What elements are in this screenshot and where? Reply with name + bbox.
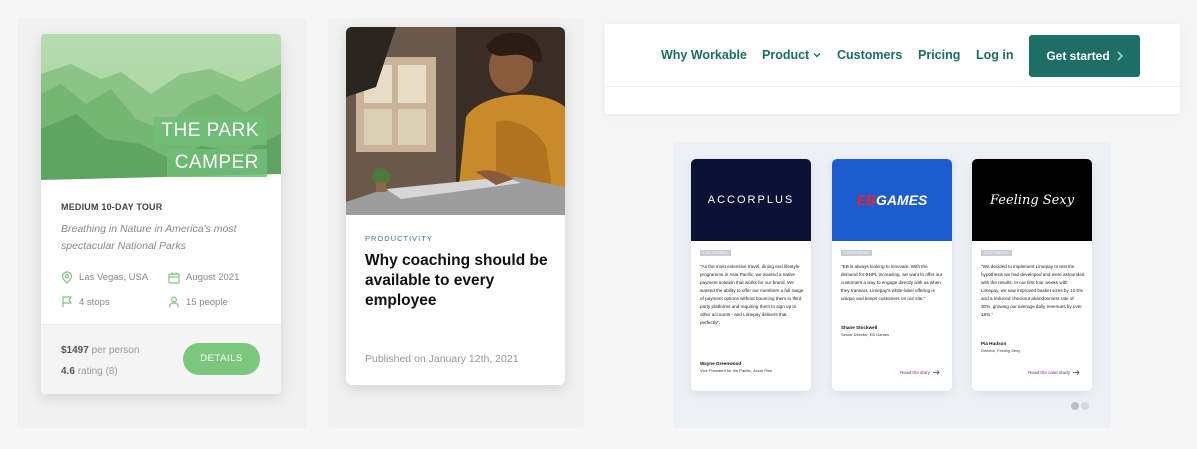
nav-customers[interactable]: Customers — [837, 48, 902, 62]
tour-date-text: August 2021 — [186, 272, 240, 283]
get-started-button[interactable]: Get started — [1029, 35, 1140, 77]
testimonial-author-role: Senior Director, EB Games — [841, 332, 890, 337]
accorplus-logo-text: ACCORPLUS — [707, 194, 795, 206]
arrow-right-icon — [1073, 370, 1080, 375]
testimonial-tag: CUSTOMERS — [700, 250, 731, 256]
testimonial-author-role: Director, Feeling Sexy — [981, 348, 1021, 353]
carousel-dot-2[interactable] — [1081, 402, 1089, 410]
arrow-right-icon — [933, 370, 940, 375]
tour-price-value: $1497 — [61, 345, 89, 356]
testimonial-quote: "EB is always looking to innovate. With … — [841, 264, 943, 301]
testimonial-author: Shane Stockwell — [841, 325, 878, 330]
chevron-down-icon — [813, 53, 821, 58]
navbar-divider — [605, 86, 1180, 87]
testimonial-tag: CUSTOMERS — [981, 250, 1012, 256]
accorplus-logo: ACCORPLUS — [691, 159, 811, 241]
feeling-sexy-logo-text: Feeling Sexy — [989, 192, 1075, 208]
testimonial-author: Pia Hudson — [981, 341, 1007, 346]
ebgames-logo-games: GAMES — [876, 192, 928, 208]
tour-price-unit: per person — [91, 345, 140, 356]
testimonial-card-accorplus[interactable]: ACCORPLUS CUSTOMERS "As the most extensi… — [691, 159, 811, 391]
top-navbar: Why Workable Product Customers Pricing L… — [605, 24, 1180, 114]
nav-why-workable[interactable]: Why Workable — [661, 48, 747, 62]
map-pin-icon — [61, 271, 73, 284]
article-category: PRODUCTIVITY — [365, 234, 433, 243]
flag-icon — [62, 296, 73, 307]
testimonial-author: Wayne Greenwood — [700, 361, 742, 366]
chevron-right-icon — [1117, 51, 1123, 61]
read-case-study-link[interactable]: Read the case study — [1028, 370, 1080, 375]
carousel-pagination — [1071, 402, 1091, 410]
tour-rating: 4.6 rating (8) — [61, 366, 118, 377]
read-story-link[interactable]: Read the story — [900, 370, 940, 375]
carousel-dot-1[interactable] — [1071, 402, 1079, 410]
calendar-icon — [168, 272, 180, 284]
article-published-date: Published on January 12th, 2021 — [365, 353, 519, 365]
nav-product[interactable]: Product — [762, 48, 821, 62]
tour-badge-line1: THE PARK — [153, 117, 267, 145]
tour-stops-text: 4 stops — [79, 296, 110, 308]
tour-rating-suffix: rating (8) — [77, 366, 118, 377]
tour-date: August 2021 — [168, 271, 268, 284]
tour-type: MEDIUM 10-DAY TOUR — [61, 202, 163, 212]
tour-hero-image: THE PARK CAMPER — [41, 34, 281, 180]
tour-stops: 4 stops — [61, 296, 168, 308]
testimonial-card-ebgames[interactable]: EB GAMES CUSTOMERS "EB is always looking… — [832, 159, 952, 391]
read-case-study-label: Read the case study — [1028, 370, 1070, 375]
testimonial-author-role: Vice President for the Pacific, Accor Pl… — [700, 368, 773, 373]
tour-people-text: 15 people — [186, 296, 228, 308]
tour-rating-value: 4.6 — [61, 366, 75, 377]
tour-location: Las Vegas, USA — [61, 271, 168, 284]
testimonial-quote: "As the most extensive travel, dining an… — [700, 264, 804, 325]
article-card[interactable]: PRODUCTIVITY Why coaching should be avai… — [346, 27, 565, 385]
get-started-label: Get started — [1046, 49, 1110, 63]
nav-log-in[interactable]: Log in — [976, 48, 1014, 62]
tour-price: $1497 per person — [61, 345, 139, 356]
tour-card[interactable]: THE PARK CAMPER MEDIUM 10-DAY TOUR Breat… — [41, 34, 281, 394]
nav-pricing[interactable]: Pricing — [918, 48, 960, 62]
details-button[interactable]: DETAILS — [183, 343, 260, 375]
article-title[interactable]: Why coaching should be available to ever… — [365, 251, 550, 311]
tour-footer: $1497 per person 4.6 rating (8) DETAILS — [41, 324, 281, 394]
article-image — [346, 27, 565, 215]
testimonial-quote: "We decided to implement Limepay to test… — [981, 264, 1085, 317]
tour-people: 15 people — [168, 296, 268, 308]
ebgames-logo: EB GAMES — [832, 159, 952, 241]
ebgames-logo-eb: EB — [856, 192, 877, 208]
testimonial-card-feeling-sexy[interactable]: Feeling Sexy CUSTOMERS "We decided to im… — [972, 159, 1092, 391]
feeling-sexy-logo: Feeling Sexy — [972, 159, 1092, 241]
user-icon — [168, 296, 180, 308]
tour-subtitle: Breathing in Nature in America's most sp… — [61, 223, 237, 252]
tour-location-text: Las Vegas, USA — [79, 272, 149, 283]
read-story-label: Read the story — [900, 370, 930, 375]
tour-badge-line2: CAMPER — [166, 149, 267, 177]
nav-product-label: Product — [762, 48, 810, 62]
testimonial-tag: CUSTOMERS — [841, 250, 872, 256]
